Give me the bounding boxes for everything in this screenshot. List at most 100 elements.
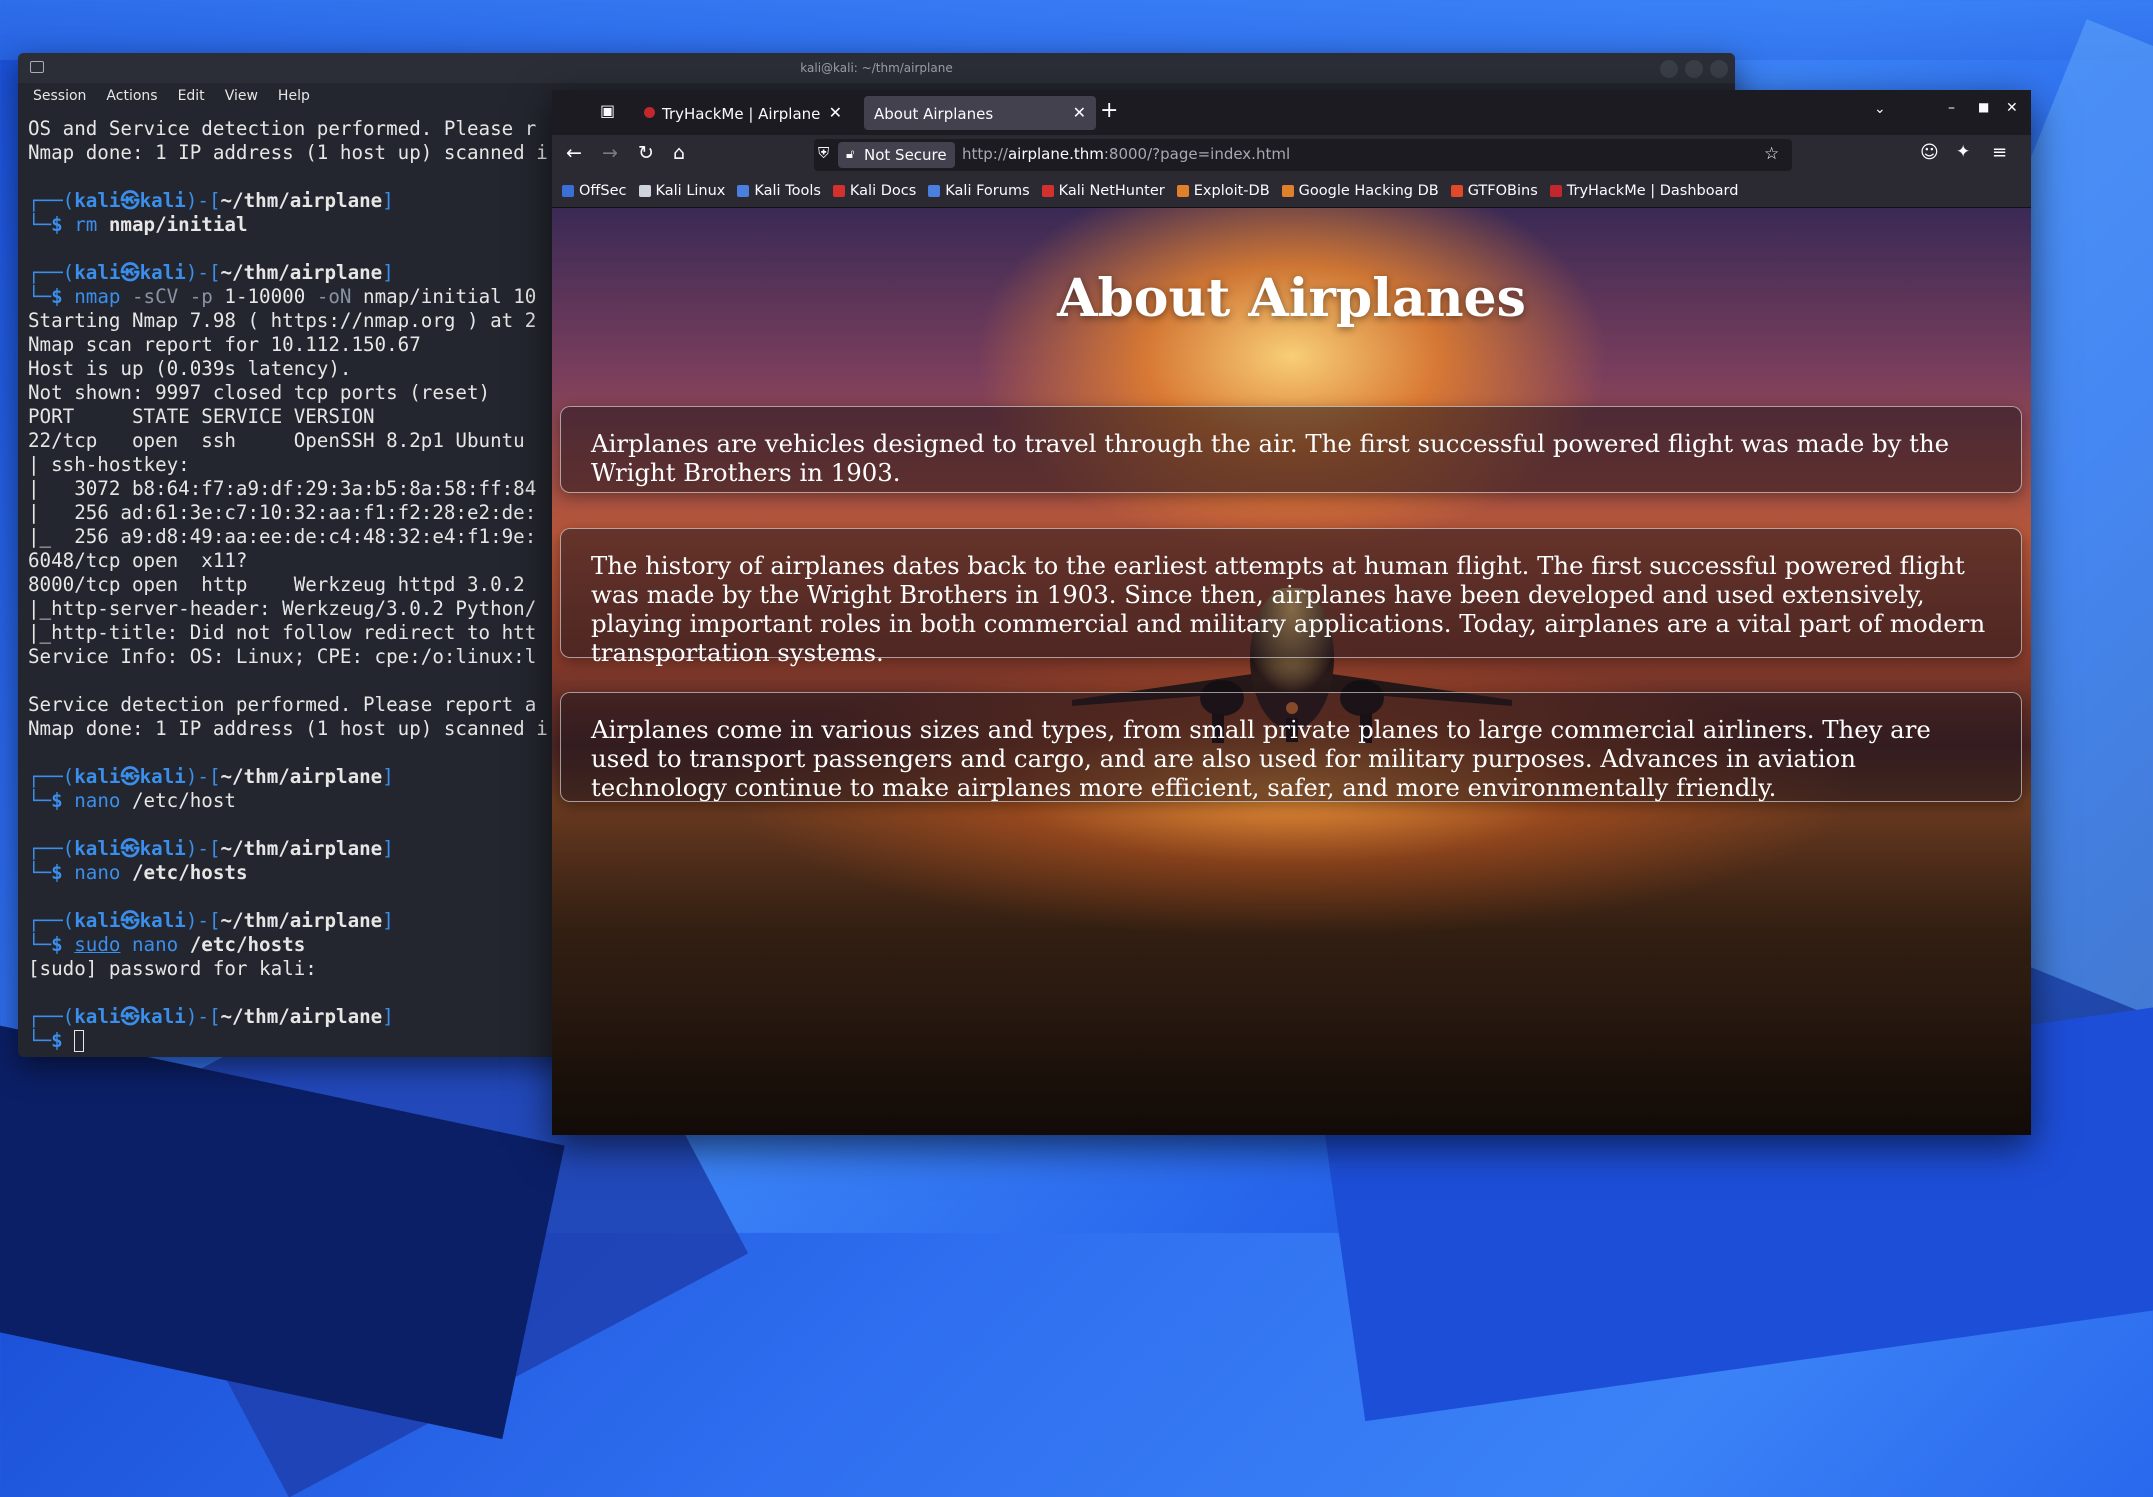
- bookmark-item[interactable]: Kali Forums: [928, 183, 1030, 199]
- prompt-user: kali: [74, 261, 121, 284]
- command-token: /etc/hosts: [189, 933, 306, 956]
- tab-tryhackme-airplane[interactable]: TryHackMe | Airplane ✕: [636, 96, 852, 130]
- bookmark-star-icon[interactable]: ☆: [1764, 144, 1779, 164]
- maximize-icon[interactable]: ■: [1978, 100, 1989, 114]
- menu-help[interactable]: Help: [278, 88, 310, 104]
- url-text[interactable]: http://airplane.thm:8000/?page=index.htm…: [962, 145, 1290, 163]
- command-token: /etc/host: [131, 789, 236, 812]
- terminal-output-text: Service detection performed. Please repo…: [28, 693, 537, 716]
- bookmark-item[interactable]: GTFOBins: [1450, 183, 1538, 199]
- minimize-button[interactable]: [1660, 60, 1678, 78]
- navigation-toolbar: ← → ↻ ⌂ ⛨ 🔓︎ Not Secure http://airplane.…: [552, 135, 2031, 175]
- bookmark-label: Kali Docs: [849, 183, 917, 199]
- close-button[interactable]: [1710, 60, 1728, 78]
- bookmark-label: Kali Forums: [945, 183, 1030, 199]
- prompt-host: kali: [139, 765, 186, 788]
- tab-close-icon[interactable]: ✕: [1073, 103, 1086, 122]
- terminal-output-text: PORT STATE SERVICE VERSION: [28, 405, 375, 428]
- bookmark-favicon-icon: [1549, 185, 1562, 197]
- prompt-path: ~/thm/airplane: [220, 261, 383, 284]
- command-token: nano: [74, 861, 132, 884]
- bookmark-item[interactable]: Exploit-DB: [1176, 183, 1270, 199]
- security-label: Not Secure: [864, 146, 947, 164]
- text-cursor: [74, 1030, 85, 1052]
- menu-edit[interactable]: Edit: [178, 88, 205, 104]
- bookmark-item[interactable]: TryHackMe | Dashboard: [1549, 183, 1739, 199]
- close-window-icon[interactable]: ✕: [2006, 100, 2018, 116]
- terminal-output-text: | 256 ad:61:3e:c7:10:32:aa:f1:f2:28:e2:d…: [28, 501, 537, 524]
- terminal-output-text: |_ 256 a9:d8:49:aa:ee:de:c4:48:32:e4:f1:…: [28, 525, 537, 548]
- bookmark-item[interactable]: Google Hacking DB: [1281, 183, 1439, 199]
- terminal-output-text: | 3072 b8:64:f7:a9:df:29:3a:b5:8a:58:ff:…: [28, 477, 537, 500]
- url-bar[interactable]: ⛨ 🔓︎ Not Secure http://airplane.thm:8000…: [814, 139, 1792, 171]
- bookmark-favicon-icon: [737, 185, 750, 197]
- prompt-user: kali: [74, 189, 121, 212]
- command-token: nmap/initial 10: [363, 285, 537, 308]
- url-scheme: http://: [962, 145, 1008, 163]
- command-token: -oN: [316, 285, 364, 308]
- bookmark-item[interactable]: OffSec: [562, 183, 627, 199]
- terminal-output-text: Nmap done: 1 IP address (1 host up) scan…: [28, 141, 548, 164]
- bookmark-item[interactable]: Kali Linux: [638, 183, 726, 199]
- url-host: airplane.thm: [1007, 145, 1104, 163]
- bookmark-label: Kali Linux: [655, 183, 726, 199]
- bookmark-label: OffSec: [579, 183, 627, 199]
- command-token: nano: [120, 933, 190, 956]
- maximize-button[interactable]: [1685, 60, 1703, 78]
- bookmark-label: TryHackMe | Dashboard: [1566, 183, 1739, 199]
- back-icon[interactable]: ←: [566, 142, 582, 164]
- reload-icon[interactable]: ↻: [638, 142, 654, 164]
- bookmark-favicon-icon: [1281, 185, 1294, 197]
- new-tab-button[interactable]: +: [1100, 98, 1118, 123]
- command-token: rm: [74, 213, 109, 236]
- account-icon[interactable]: ☺: [1920, 142, 1939, 163]
- bookmark-favicon-icon: [1041, 185, 1054, 197]
- bookmark-label: Google Hacking DB: [1298, 183, 1439, 199]
- page-content[interactable]: About Airplanes Airplanes are vehicles d…: [552, 208, 2031, 1135]
- not-secure-badge[interactable]: 🔓︎ Not Secure: [838, 142, 955, 168]
- bookmark-item[interactable]: Kali Tools: [737, 183, 821, 199]
- forward-icon[interactable]: →: [602, 142, 618, 164]
- terminal-output-text: |_http-server-header: Werkzeug/3.0.2 Pyt…: [28, 597, 537, 620]
- terminal-output-text: Nmap done: 1 IP address (1 host up) scan…: [28, 717, 548, 740]
- tab-close-icon[interactable]: ✕: [829, 103, 842, 122]
- prompt-at-icon: ㉿: [120, 1005, 140, 1028]
- prompt-path: ~/thm/airplane: [220, 189, 383, 212]
- prompt-user: kali: [74, 837, 121, 860]
- bookmark-item[interactable]: Kali NetHunter: [1041, 183, 1165, 199]
- list-tabs-icon[interactable]: ⌄: [1874, 101, 1886, 117]
- terminal-output-text: 22/tcp open ssh OpenSSH 8.2p1 Ubuntu: [28, 429, 537, 452]
- terminal-output-text: |_http-title: Did not follow redirect to…: [28, 621, 537, 644]
- extensions-icon[interactable]: ✦: [1956, 142, 1970, 162]
- menu-session[interactable]: Session: [33, 88, 86, 104]
- menu-view[interactable]: View: [225, 88, 258, 104]
- home-icon[interactable]: ⌂: [673, 142, 685, 164]
- terminal-output-text: Not shown: 9997 closed tcp ports (reset): [28, 381, 491, 404]
- menu-icon[interactable]: ≡: [1992, 142, 2007, 163]
- prompt-host: kali: [139, 261, 186, 284]
- prompt-user: kali: [74, 909, 121, 932]
- command-token: sudo: [74, 933, 121, 956]
- tracking-shield-icon[interactable]: ⛨: [818, 144, 829, 162]
- bookmark-item[interactable]: Kali Docs: [832, 183, 917, 199]
- command-token: 1-10000: [224, 285, 317, 308]
- terminal-titlebar[interactable]: kali@kali: ~/thm/airplane: [18, 53, 1735, 83]
- browser-window[interactable]: ▣ TryHackMe | Airplane ✕ About Airplanes…: [552, 90, 2031, 1135]
- minimize-icon[interactable]: –: [1948, 100, 1955, 116]
- tab-bar: ▣ TryHackMe | Airplane ✕ About Airplanes…: [552, 90, 2031, 135]
- bookmarks-toolbar: OffSec Kali Linux Kali Tools Kali Docs Kali …: [552, 175, 2031, 208]
- desktop-glow: [0, 0, 2153, 60]
- terminal-output-text: 8000/tcp open http Werkzeug httpd 3.0.2: [28, 573, 537, 596]
- prompt-path: ~/thm/airplane: [220, 909, 383, 932]
- terminal-output-text: Nmap scan report for 10.112.150.67: [28, 333, 421, 356]
- tab-overview-icon[interactable]: ▣: [600, 101, 615, 120]
- tab-label: About Airplanes: [874, 105, 994, 123]
- terminal-output-text: Starting Nmap 7.98 ( https://nmap.org ) …: [28, 309, 537, 332]
- terminal-output-text: Service Info: OS: Linux; CPE: cpe:/o:lin…: [28, 645, 537, 668]
- bookmark-favicon-icon: [928, 185, 941, 197]
- tryhackme-favicon-icon: [644, 107, 655, 118]
- menu-actions[interactable]: Actions: [106, 88, 157, 104]
- bookmark-favicon-icon: [638, 185, 651, 197]
- bookmark-favicon-icon: [832, 185, 845, 197]
- tab-about-airplanes[interactable]: About Airplanes ✕: [864, 96, 1096, 130]
